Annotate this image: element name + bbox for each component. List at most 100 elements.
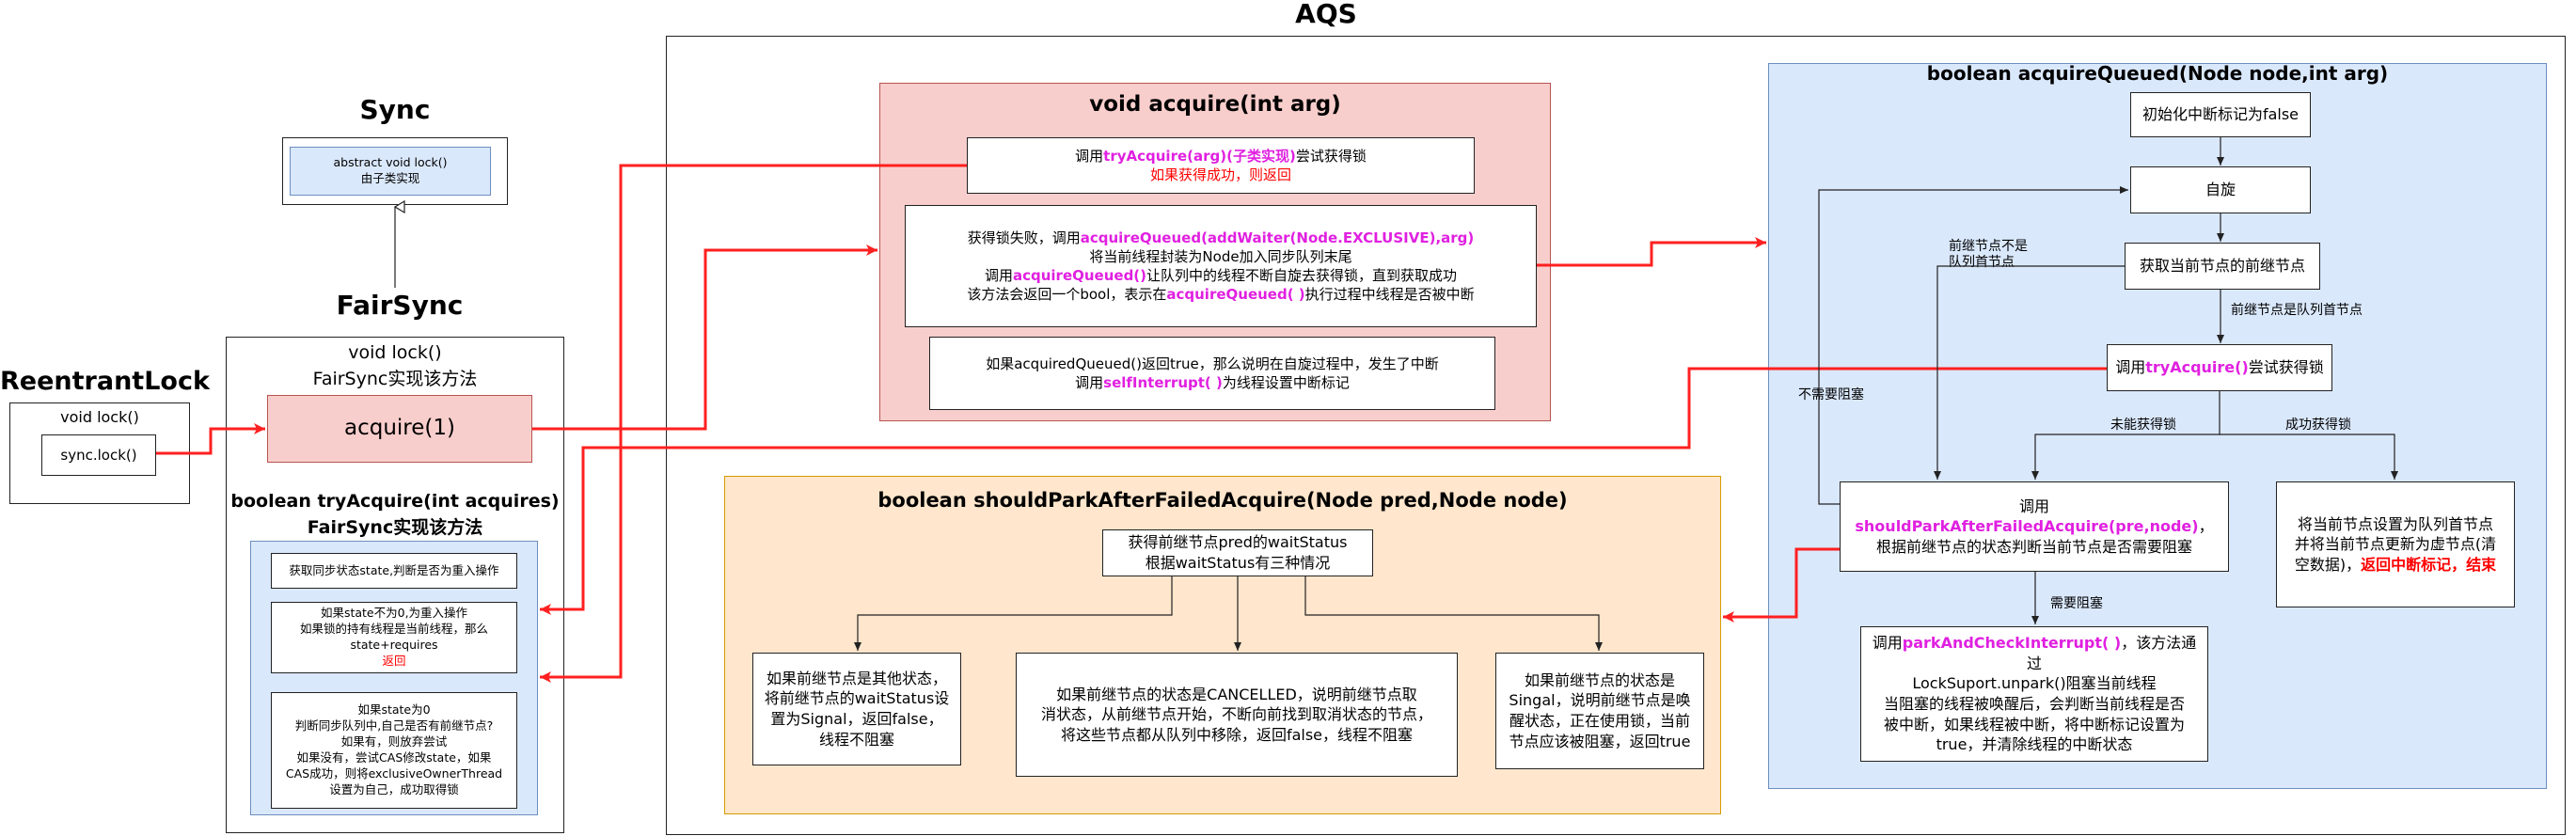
case-cancelled-l2: 消状态，从前继节点开始，不断向前找到取消状态的节点， bbox=[1040, 705, 1432, 724]
should-head-l2: 根据waitStatus有三种情况 bbox=[1145, 554, 1331, 572]
sync-title: Sync bbox=[359, 94, 431, 125]
success-l2: 并将当前节点更新为虚节点(清 bbox=[2294, 535, 2497, 554]
should-head-l1: 获得前继节点pred的waitStatus bbox=[1128, 533, 1348, 552]
label-pred-not-head-2: 队列首节点 bbox=[1949, 255, 2015, 270]
get-pred-box[interactable]: 获取当前节点的前继节点 bbox=[2125, 243, 2320, 290]
acquire-selfinterrupt-box[interactable]: 如果acquiredQueued()返回true，那么说明在自旋过程中，发生了中… bbox=[929, 337, 1495, 410]
tryacquire-step2-box[interactable]: 如果state不为0,为重入操作 如果锁的持有线程是当前线程，那么 state+… bbox=[271, 602, 517, 673]
tryacquire-step2-line4: 返回 bbox=[382, 653, 406, 668]
success-box[interactable]: 将当前节点设置为队列首节点 并将当前节点更新为虚节点(清 空数据)，返回中断标记… bbox=[2276, 481, 2515, 607]
acquire-call-box[interactable]: acquire(1) bbox=[267, 395, 532, 463]
park-check-box[interactable]: 调用parkAndCheckInterrupt( )，该方法通过 LockSup… bbox=[1860, 626, 2208, 762]
sync-lock-call-label: sync.lock() bbox=[60, 446, 137, 464]
tryacquire-title-line2: FairSync实现该方法 bbox=[307, 517, 483, 538]
should-panel-title: boolean shouldParkAfterFailedAcquire(Nod… bbox=[877, 489, 1568, 512]
acquire-b2-l1-hl: acquireQueued(addWaiter(Node.EXCLUSIVE),… bbox=[1080, 229, 1475, 246]
park-pre: 调用 bbox=[1872, 634, 1903, 653]
acquire-b1-post: 尝试获得锁 bbox=[1295, 147, 1367, 165]
should-call-pre: 调用 bbox=[2018, 497, 2049, 515]
tryacquire-step3-line2: 判断同步队列中,自己是否有前继节点? bbox=[294, 718, 494, 733]
should-call-post: ， bbox=[2198, 517, 2214, 536]
tryacquire-title-line1: boolean tryAcquire(int acquires) bbox=[230, 491, 560, 512]
spin-box[interactable]: 自旋 bbox=[2130, 166, 2311, 213]
acquire-b2-l2: 将当前线程封装为Node加入同步队列末尾 bbox=[1089, 247, 1352, 265]
get-pred-text: 获取当前节点的前继节点 bbox=[2139, 257, 2305, 276]
case-cancelled-box[interactable]: 如果前继节点的状态是CANCELLED，说明前继节点取 消状态，从前继节点开始，… bbox=[1016, 653, 1458, 777]
acquire-b2-l3-post: 让队列中的线程不断自旋去获得锁，直到获取成功 bbox=[1146, 267, 1458, 284]
tryacquire-step1-text: 获取同步状态state,判断是否为重入操作 bbox=[289, 562, 499, 577]
case-signal-l1: 如果前继节点的状态是 bbox=[1524, 670, 1675, 689]
acquirequeued-title: boolean acquireQueued(Node node,int arg) bbox=[1926, 62, 2389, 85]
acquire-panel-title: void acquire(int arg) bbox=[1089, 92, 1341, 117]
acquire-call-label: acquire(1) bbox=[344, 416, 455, 441]
acquire-b1-red: 如果获得成功，则返回 bbox=[1149, 166, 1291, 183]
acquire-b3-l2-hl: selfInterrupt( ) bbox=[1103, 374, 1223, 391]
acquire-tryacquire-box[interactable]: 调用tryAcquire(arg)(子类实现)尝试获得锁 如果获得成功，则返回 bbox=[967, 137, 1475, 194]
init-interrupt-box[interactable]: 初始化中断标记为false bbox=[2130, 92, 2311, 137]
acquire-b3-l2-post: 为线程设置中断标记 bbox=[1222, 374, 1350, 391]
success-l1: 将当前节点设置为队列首节点 bbox=[2297, 514, 2493, 533]
queued-tryacquire-box[interactable]: 调用tryAcquire()尝试获得锁 bbox=[2107, 344, 2332, 391]
spin-text: 自旋 bbox=[2205, 181, 2236, 199]
case-other-l2: 将前继节点的waitStatus设 bbox=[764, 689, 950, 708]
acquire-b3-l2-pre: 调用 bbox=[1075, 374, 1104, 391]
case-signal-l4: 节点应该被阻塞，返回true bbox=[1509, 732, 1691, 750]
case-cancelled-l1: 如果前继节点的状态是CANCELLED，说明前继节点取 bbox=[1056, 685, 1417, 703]
tryacquire-step2-line2: 如果锁的持有线程是当前线程，那么 bbox=[299, 622, 488, 637]
tryacquire-step2-line1: 如果state不为0,为重入操作 bbox=[320, 606, 468, 621]
label-no-block: 不需要阻塞 bbox=[1798, 387, 1864, 402]
sync-abstract-line1: abstract void lock() bbox=[333, 155, 448, 170]
tryacquire-step3-line6: 设置为自己，成功取得锁 bbox=[329, 781, 459, 797]
should-call-hl: shouldParkAfterFailedAcquire(pre,node) bbox=[1855, 517, 2199, 536]
park-l2: LockSuport.unpark()阻塞当前线程 bbox=[1912, 674, 2157, 693]
fairsync-lock-line1: void lock() bbox=[348, 342, 442, 363]
queued-try-pre: 调用 bbox=[2115, 358, 2146, 377]
reentrantlock-title: ReentrantLock bbox=[0, 367, 210, 396]
case-other-l1: 如果前继节点是其他状态， bbox=[766, 669, 947, 687]
tryacquire-step2-line3: state+requires bbox=[350, 638, 438, 652]
acquire-queued-box[interactable]: 获得锁失败，调用acquireQueued(addWaiter(Node.EXC… bbox=[905, 205, 1537, 327]
acquire-b2-l3-pre: 调用 bbox=[984, 267, 1013, 284]
acquire-b2-l3-hl: acquireQueued() bbox=[1012, 267, 1147, 284]
case-signal-l3: 醒状态，正在使用锁，当前 bbox=[1509, 712, 1690, 730]
success-l3-red: 返回中断标记，结束 bbox=[2361, 555, 2497, 574]
park-l5: true，并清除线程的中断状态 bbox=[1936, 735, 2133, 754]
acquire-b2-l4-post: 执行过程中线程是否被中断 bbox=[1304, 286, 1475, 304]
tryacquire-step3-line1: 如果state为0 bbox=[357, 702, 431, 718]
acquire-b2-l1-pre: 获得锁失败，调用 bbox=[967, 229, 1081, 246]
fairsync-title: FairSync bbox=[336, 290, 464, 321]
tryacquire-step3-line3: 如果有，则放弃尝试 bbox=[340, 734, 448, 749]
acquire-b2-l4-hl: acquireQueued( ) bbox=[1166, 286, 1305, 304]
acquire-b1-pre: 调用 bbox=[1075, 147, 1104, 165]
tryacquire-step3-line4: 如果没有，尝试CAS修改state，如果 bbox=[296, 750, 492, 765]
case-signal-box[interactable]: 如果前继节点的状态是 Singal，说明前继节点是唤 醒状态，正在使用锁，当前 … bbox=[1495, 653, 1704, 769]
label-fail: 未能获得锁 bbox=[2110, 418, 2176, 433]
sync-lock-call-box[interactable]: sync.lock() bbox=[41, 434, 156, 476]
tryacquire-step3-box[interactable]: 如果state为0 判断同步队列中,自己是否有前继节点? 如果有，则放弃尝试 如… bbox=[271, 692, 517, 809]
case-other-box[interactable]: 如果前继节点是其他状态， 将前继节点的waitStatus设 置为Signal，… bbox=[752, 653, 961, 765]
case-signal-l2: Singal，说明前继节点是唤 bbox=[1509, 691, 1691, 710]
queued-try-hl: tryAcquire() bbox=[2145, 358, 2249, 377]
tryacquire-step3-line5: CAS成功，则将exclusiveOwnerThread bbox=[285, 765, 503, 781]
success-l3-pre: 空数据)， bbox=[2294, 555, 2362, 574]
aqs-title: AQS bbox=[1295, 0, 1357, 29]
tryacquire-step1-box[interactable]: 获取同步状态state,判断是否为重入操作 bbox=[271, 553, 517, 589]
park-hl: parkAndCheckInterrupt( ) bbox=[1902, 634, 2122, 653]
acquire-b2-l4-pre: 该方法会返回一个bool，表示在 bbox=[967, 286, 1167, 304]
label-need-block: 需要阻塞 bbox=[2050, 596, 2103, 611]
case-other-l3: 置为Signal，返回false， bbox=[770, 710, 943, 728]
park-l4: 被中断，如果线程被中断，将中断标记设置为 bbox=[1883, 715, 2185, 733]
acquire-b3-l1: 如果acquiredQueued()返回true，那么说明在自旋过程中，发生了中… bbox=[986, 355, 1439, 372]
should-call-l2: 根据前继节点的状态判断当前节点是否需要阻塞 bbox=[1875, 537, 2192, 556]
label-pred-not-head-1: 前继节点不是 bbox=[1949, 239, 2028, 254]
init-interrupt-text: 初始化中断标记为false bbox=[2141, 105, 2299, 124]
should-park-call-box[interactable]: 调用 shouldParkAfterFailedAcquire(pre,node)… bbox=[1840, 481, 2229, 572]
reentrant-lock-label: void lock() bbox=[60, 408, 139, 426]
case-cancelled-l3: 将这些节点都从队列中移除，返回false，线程不阻塞 bbox=[1060, 725, 1414, 744]
sync-abstract-lock-box[interactable]: abstract void lock() 由子类实现 bbox=[290, 147, 491, 196]
acquire-b1-hl: tryAcquire(arg)(子类实现) bbox=[1103, 147, 1296, 165]
case-other-l4: 线程不阻塞 bbox=[818, 730, 894, 749]
should-head-box[interactable]: 获得前继节点pred的waitStatus 根据waitStatus有三种情况 bbox=[1102, 529, 1373, 576]
queued-try-post: 尝试获得锁 bbox=[2248, 358, 2324, 377]
fairsync-lock-line2: FairSync实现该方法 bbox=[312, 369, 478, 389]
